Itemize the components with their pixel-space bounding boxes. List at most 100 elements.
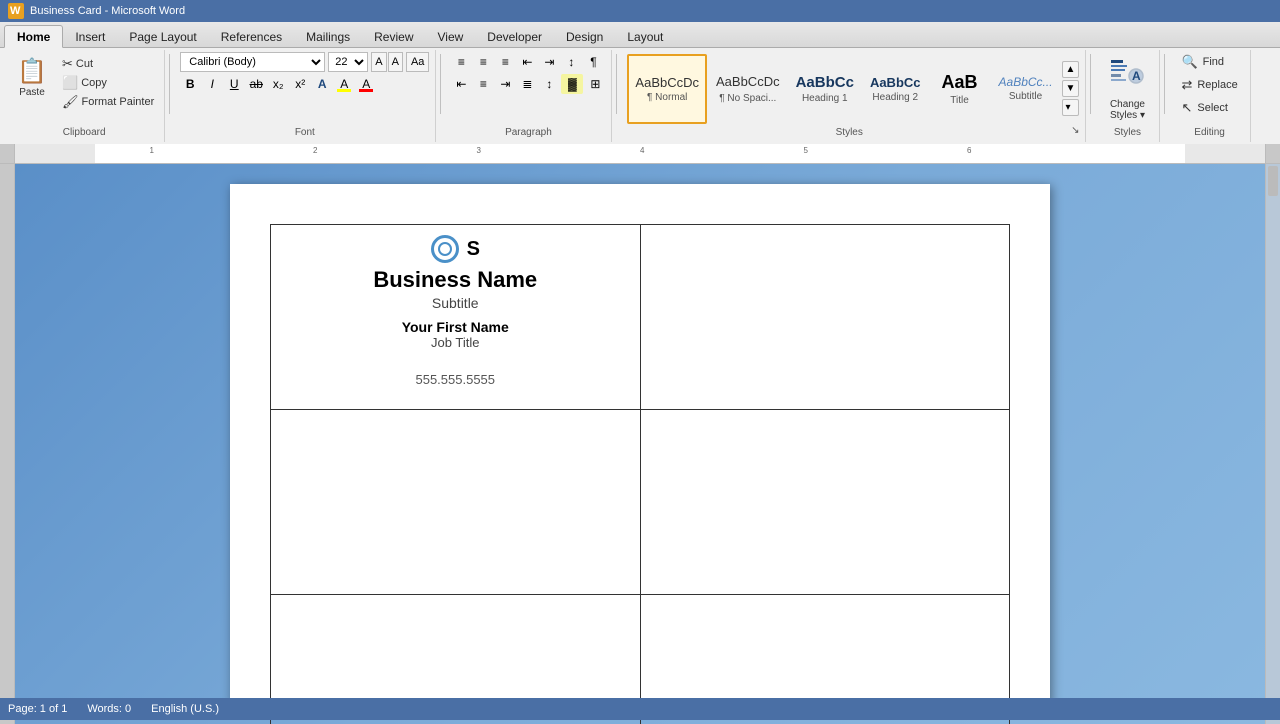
tab-home[interactable]: Home (4, 25, 63, 48)
job-title[interactable]: Job Title (281, 335, 630, 350)
business-subtitle[interactable]: Subtitle (281, 295, 630, 311)
styles-more[interactable]: ▾ (1062, 99, 1080, 116)
ruler-mark-3: 3 (477, 146, 481, 155)
replace-icon: ⇄ (1181, 77, 1192, 93)
tab-layout[interactable]: Layout (615, 26, 675, 47)
select-button[interactable]: ↖ Select (1175, 98, 1233, 118)
format-painter-label: Format Painter (82, 96, 155, 108)
line-spacing-button[interactable]: ↕ (539, 74, 559, 94)
tab-references[interactable]: References (209, 26, 294, 47)
font-color-button[interactable]: A (356, 74, 376, 94)
underline-button[interactable]: U (224, 74, 244, 94)
style-normal-preview: AaBbCcDc (635, 75, 699, 90)
style-subtitle-preview: AaBbCc... (999, 75, 1053, 89)
borders-button[interactable]: ⊞ (585, 74, 605, 94)
style-normal-button[interactable]: AaBbCcDc ¶ Normal (627, 54, 707, 124)
ruler-mark-4: 4 (640, 146, 644, 155)
text-highlight-button[interactable]: A (334, 74, 354, 94)
change-styles-button[interactable]: A ChangeStyles ▾ (1101, 52, 1153, 125)
subscript-button[interactable]: x₂ (268, 74, 288, 94)
divider-3 (616, 54, 617, 114)
ribbon-tabs: Home Insert Page Layout References Maili… (0, 22, 1280, 48)
copy-label: Copy (81, 77, 107, 89)
style-heading1-button[interactable]: AaBbCc Heading 1 (789, 54, 861, 124)
logo-s-letter: S (467, 238, 480, 261)
styles-scroll-up[interactable]: ▲ (1062, 61, 1080, 78)
style-heading1-preview: AaBbCc (796, 74, 854, 91)
change-styles-group: A ChangeStyles ▾ Styles (1095, 50, 1160, 142)
card-cell-midright[interactable] (640, 410, 1010, 595)
font-family-select[interactable]: Calibri (Body) (180, 52, 325, 72)
cut-button[interactable]: ✂ Cut (58, 55, 158, 73)
app-icon: W (8, 3, 24, 19)
content-area[interactable]: S Business Name Subtitle Your First Name… (15, 164, 1265, 724)
paragraph-label: Paragraph (451, 127, 605, 138)
format-painter-button[interactable]: 🖌 Format Painter (58, 93, 158, 111)
font-shrink-button[interactable]: A (388, 52, 403, 72)
copy-button[interactable]: ⬜ Copy (58, 74, 158, 92)
bold-button[interactable]: B (180, 74, 200, 94)
styles-scroll-down[interactable]: ▼ (1062, 80, 1080, 97)
align-right-button[interactable]: ⇥ (495, 74, 515, 94)
style-subtitle-button[interactable]: AaBbCc... Subtitle (992, 54, 1060, 124)
cut-label: Cut (76, 58, 93, 70)
style-heading2-button[interactable]: AaBbCc Heading 2 (863, 54, 928, 124)
style-nospacing-button[interactable]: AaBbCcDc ¶ No Spaci... (709, 54, 787, 124)
editing-group: 🔍 Find ⇄ Replace ↖ Select Editing (1169, 50, 1250, 142)
tab-developer[interactable]: Developer (475, 26, 554, 47)
logo-circle-icon (431, 235, 459, 263)
ruler: 1 2 3 4 5 6 (0, 144, 1280, 164)
tab-design[interactable]: Design (554, 26, 615, 47)
font-size-select[interactable]: 22 (328, 52, 368, 72)
replace-button[interactable]: ⇄ Replace (1175, 75, 1243, 95)
tab-insert[interactable]: Insert (63, 26, 117, 47)
bullets-button[interactable]: ≡ (451, 52, 471, 72)
styles-group: AaBbCcDc ¶ Normal AaBbCcDc ¶ No Spaci...… (621, 50, 1086, 142)
card-cell-topleft[interactable]: S Business Name Subtitle Your First Name… (271, 225, 641, 410)
strikethrough-button[interactable]: ab (246, 74, 266, 94)
select-label: Select (1197, 102, 1228, 114)
card-cell-midleft[interactable] (271, 410, 641, 595)
numbering-button[interactable]: ≡ (473, 52, 493, 72)
scroll-right-panel[interactable] (1265, 164, 1280, 724)
align-center-button[interactable]: ≡ (473, 74, 493, 94)
styles-dialog-launcher[interactable]: ↘ (1071, 125, 1079, 138)
tab-review[interactable]: Review (362, 26, 425, 47)
style-title-button[interactable]: AaB Title (930, 54, 990, 124)
sort-button[interactable]: ↕ (561, 52, 581, 72)
justify-button[interactable]: ≣ (517, 74, 537, 94)
document[interactable]: S Business Name Subtitle Your First Name… (230, 184, 1050, 704)
paste-button[interactable]: 📋 Paste (10, 52, 54, 101)
ruler-track: 1 2 3 4 5 6 (15, 144, 1265, 163)
find-label: Find (1203, 56, 1224, 68)
tab-mailings[interactable]: Mailings (294, 26, 362, 47)
superscript-button[interactable]: x² (290, 74, 310, 94)
first-name[interactable]: Your First Name (281, 319, 630, 335)
show-marks-button[interactable]: ¶ (583, 52, 603, 72)
style-heading2-preview: AaBbCc (870, 75, 921, 90)
font-grow-button[interactable]: A (371, 52, 386, 72)
style-normal-label: ¶ Normal (647, 92, 687, 103)
paste-label: Paste (19, 87, 45, 98)
text-effects-button[interactable]: A (312, 74, 332, 94)
main-area: S Business Name Subtitle Your First Name… (0, 164, 1280, 724)
decrease-indent-button[interactable]: ⇤ (517, 52, 537, 72)
italic-button[interactable]: I (202, 74, 222, 94)
card-cell-topright[interactable] (640, 225, 1010, 410)
scrollbar-thumb[interactable] (1268, 166, 1278, 196)
multilevel-button[interactable]: ≡ (495, 52, 515, 72)
clipboard-label: Clipboard (10, 127, 158, 138)
ruler-right (1265, 144, 1280, 163)
align-left-button[interactable]: ⇤ (451, 74, 471, 94)
clear-format-button[interactable]: Aa (406, 52, 429, 72)
increase-indent-button[interactable]: ⇥ (539, 52, 559, 72)
phone-number[interactable]: 555.555.5555 (281, 372, 630, 387)
tab-pagelayout[interactable]: Page Layout (117, 26, 208, 47)
style-heading2-label: Heading 2 (872, 92, 918, 103)
business-name[interactable]: Business Name (281, 267, 630, 293)
style-title-preview: AaB (942, 72, 978, 93)
shading-button[interactable]: ▓ (561, 74, 583, 94)
tab-view[interactable]: View (426, 26, 476, 47)
style-title-label: Title (950, 95, 969, 106)
find-button[interactable]: 🔍 Find (1175, 52, 1230, 72)
